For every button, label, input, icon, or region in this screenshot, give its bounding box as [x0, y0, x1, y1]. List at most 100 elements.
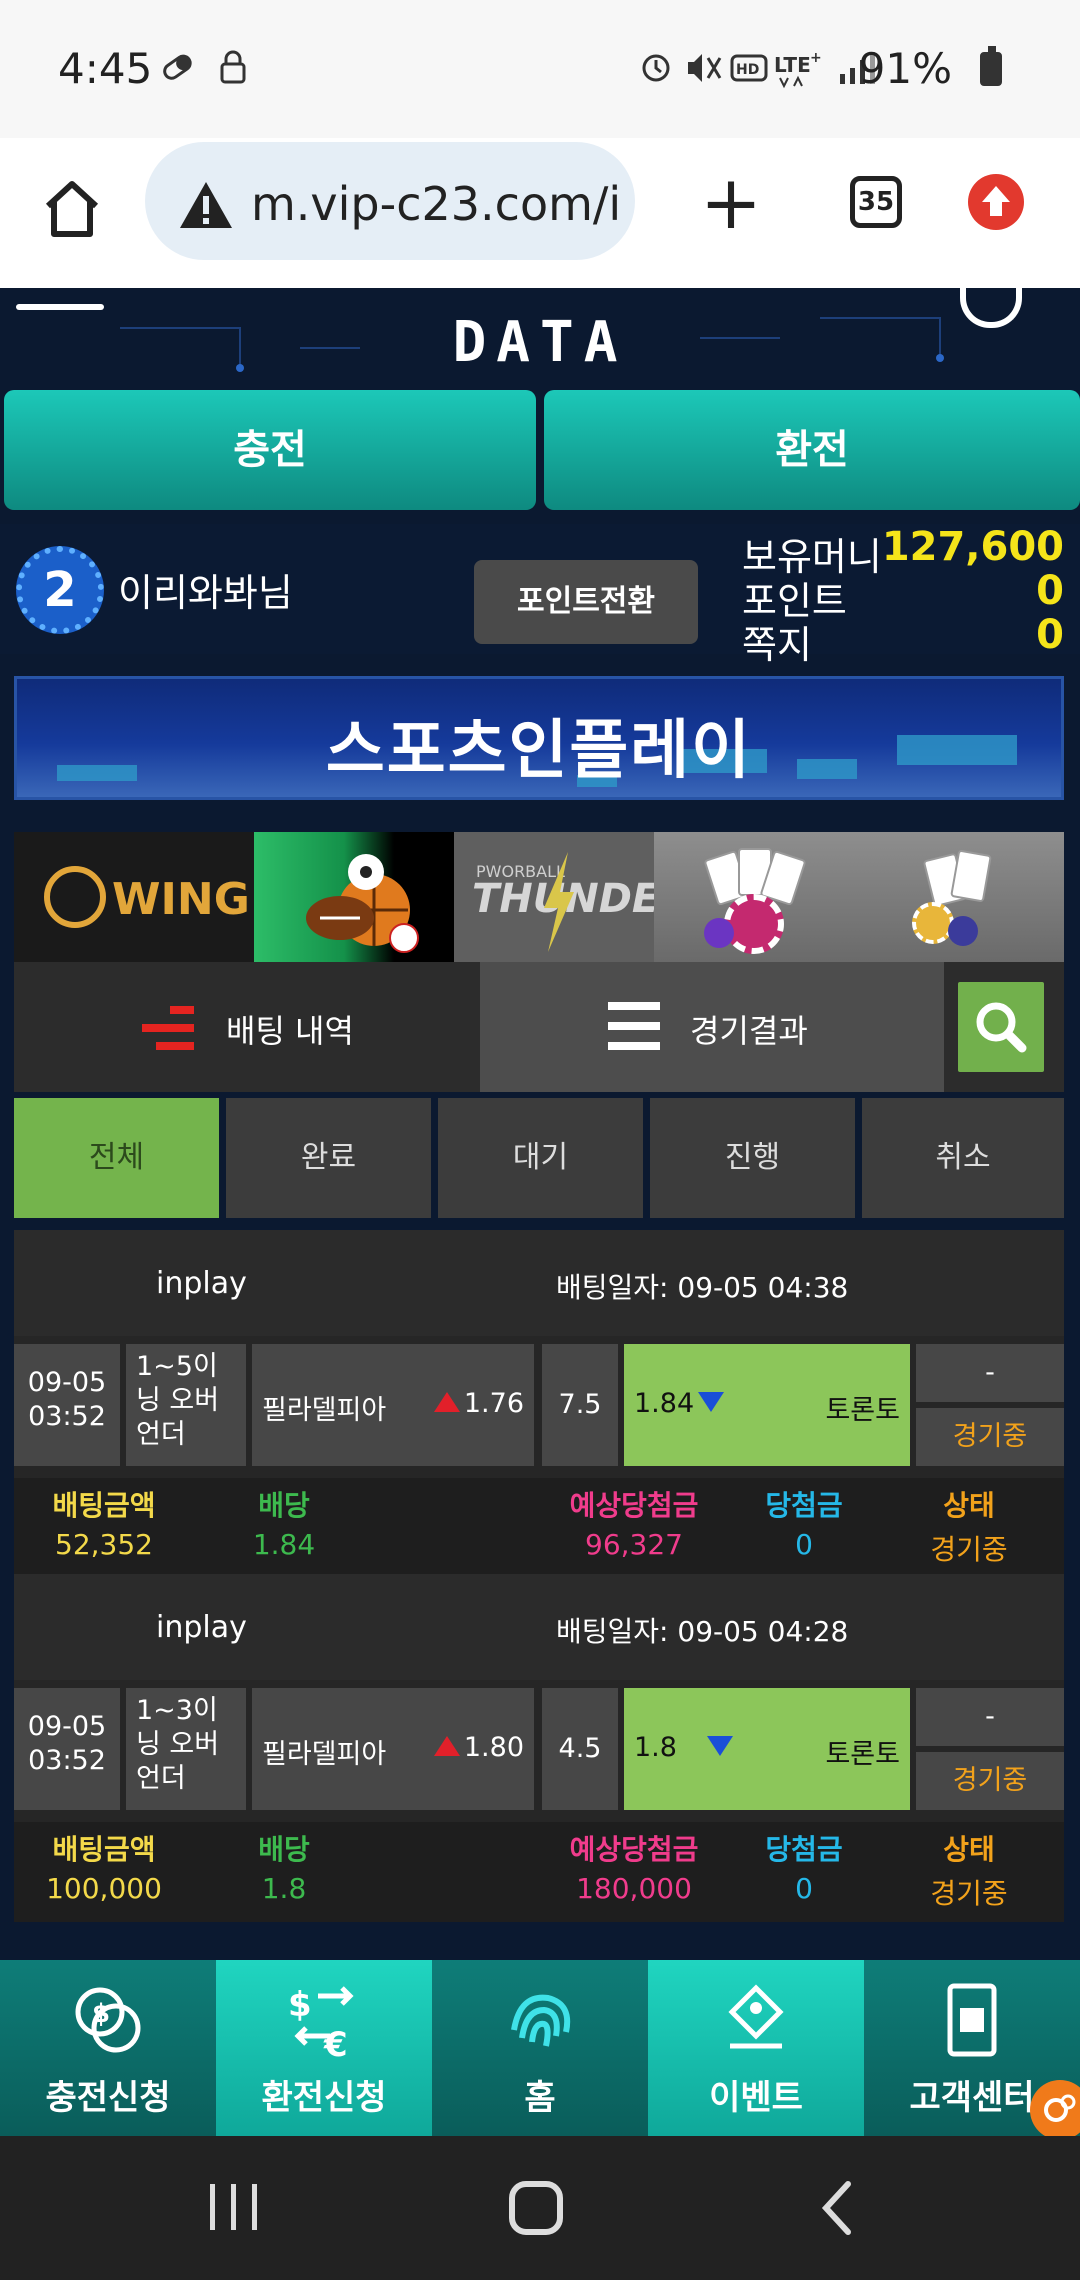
bet-date: 배팅일자: 09-05 04:38 — [556, 1271, 849, 1304]
new-tab-button[interactable]: + — [700, 166, 762, 240]
tab-switcher-button[interactable]: 35 — [850, 176, 902, 228]
away-team: 토론토 — [825, 1739, 900, 1770]
match-status: 경기중 — [916, 1408, 1064, 1466]
win-value: 0 — [795, 1528, 813, 1561]
bet-summary: 배팅금액 52,352 배당 1.84 예상당첨금 96,327 당첨금 0 상… — [14, 1478, 1064, 1578]
address-bar[interactable]: m.vip-c23.com/ir — [145, 142, 635, 260]
market-cell: 1~5이 닝 오버 언더 — [126, 1344, 246, 1466]
site-logo[interactable]: DATA — [0, 310, 1080, 375]
messages-label[interactable]: 쪽지 — [742, 614, 812, 669]
warning-icon[interactable] — [177, 178, 235, 232]
card-icon — [950, 849, 992, 903]
nav-exchange-request[interactable]: $ € 환전신청 — [216, 1960, 432, 2136]
svg-text:HD: HD — [736, 62, 759, 78]
status-filter-row: 전체 완료 대기 진행 취소 — [14, 1098, 1064, 1218]
market-line: 닝 오버 — [136, 1729, 220, 1760]
point-convert-button[interactable]: 포인트전환 — [474, 560, 698, 644]
search-icon — [976, 1002, 1027, 1053]
site-header: DATA — [0, 288, 1080, 376]
url-text[interactable]: m.vip-c23.com/ir — [251, 177, 621, 231]
charge-exchange-row: 충전 환전 — [0, 390, 1080, 512]
status-value: 경기중 — [930, 1533, 1008, 1566]
notification-icons — [163, 50, 246, 84]
game-slot[interactable] — [858, 832, 1064, 962]
balance-value: 127,600 — [881, 524, 1064, 570]
svg-text:LTE: LTE — [774, 53, 811, 77]
match-datetime: 09-05 03:52 — [14, 1688, 120, 1810]
charge-button[interactable]: 충전 — [4, 390, 536, 510]
away-pick-cell[interactable]: 1.8 토론토 — [624, 1688, 910, 1810]
tab-results-label: 경기결과 — [690, 1012, 808, 1050]
filter-all[interactable]: 전체 — [14, 1098, 219, 1218]
menu-lines-icon — [608, 1002, 660, 1050]
nav-event[interactable]: 이벤트 — [648, 1960, 864, 2136]
recent-apps-icon[interactable] — [206, 2182, 262, 2232]
back-icon[interactable] — [818, 2178, 858, 2238]
filter-completed[interactable]: 완료 — [226, 1098, 431, 1218]
chip-icon — [912, 902, 954, 944]
away-odds: 1.84 — [634, 1388, 695, 1419]
away-odds-wrap: 1.8 — [634, 1732, 733, 1763]
game-thunder[interactable]: PWORBALL THUNDER — [454, 832, 654, 962]
market-line: 언더 — [136, 1419, 186, 1450]
odds-label: 배당 — [258, 1833, 310, 1866]
wing-label: WING — [112, 874, 250, 925]
search-button[interactable] — [958, 982, 1044, 1072]
update-button[interactable] — [968, 174, 1024, 230]
user-panel: 2 이리와봐님 포인트전환 보유머니 127,600 포인트 0 쪽지 0 — [0, 524, 1080, 667]
home-pick-cell[interactable]: 필라델피아 1.76 — [252, 1344, 534, 1466]
match-date: 09-05 — [27, 1367, 107, 1398]
home-team: 필라델피아 — [262, 1739, 387, 1770]
battery-icon — [980, 46, 1002, 86]
nav-home-label: 홈 — [524, 2078, 556, 2118]
nav-exchange-request-label: 환전신청 — [261, 2078, 387, 2118]
points-value: 0 — [1036, 568, 1064, 614]
expected-value: 96,327 — [585, 1528, 683, 1561]
tab-results[interactable]: 경기결과 — [480, 962, 944, 1092]
amount-label: 배팅금액 — [52, 1489, 156, 1522]
win-label: 당첨금 — [765, 1489, 843, 1522]
amount-label: 배팅금액 — [52, 1833, 156, 1866]
filter-waiting[interactable]: 대기 — [438, 1098, 643, 1218]
match-status: 경기중 — [916, 1752, 1064, 1810]
away-pick-cell[interactable]: 1.84 토론토 — [624, 1344, 910, 1466]
away-team: 토론토 — [825, 1395, 900, 1426]
svg-text:$: $ — [92, 1999, 110, 2029]
filter-in-progress[interactable]: 진행 — [650, 1098, 855, 1218]
filter-cancelled[interactable]: 취소 — [862, 1098, 1064, 1218]
game-sports[interactable] — [254, 832, 454, 962]
chat-button[interactable] — [1030, 2080, 1080, 2140]
market-line: 1~3이 — [136, 1695, 218, 1726]
arrow-down-icon — [706, 1736, 733, 1756]
win-value: 0 — [795, 1872, 813, 1905]
expected-value: 180,000 — [576, 1872, 692, 1905]
chat-icon — [1044, 2094, 1076, 2122]
home-icon[interactable] — [42, 176, 102, 240]
android-navigation-bar — [0, 2136, 1080, 2280]
match-time: 03:52 — [28, 1401, 106, 1432]
home-nav-icon[interactable] — [508, 2180, 564, 2236]
chip-icon — [704, 918, 734, 948]
status-left-icons — [160, 48, 270, 97]
arrow-up-icon — [433, 1736, 460, 1756]
market-line: 언더 — [136, 1763, 186, 1794]
support-icon — [947, 1983, 997, 2057]
coins-icon: $ — [75, 1987, 141, 2053]
nav-home[interactable]: 홈 — [432, 1960, 648, 2136]
game-wing[interactable]: WING — [14, 832, 254, 962]
away-odds-wrap: 1.84 — [634, 1388, 725, 1419]
score: - — [916, 1344, 1064, 1402]
messages-value[interactable]: 0 — [1036, 612, 1064, 658]
score: - — [916, 1688, 1064, 1746]
nav-charge-request[interactable]: $ 충전신청 — [0, 1960, 216, 2136]
sports-balls-icon — [306, 854, 419, 953]
market-line: 1~5이 — [136, 1351, 218, 1382]
exchange-button[interactable]: 환전 — [544, 390, 1080, 510]
user-name: 이리와봐님 — [118, 571, 293, 615]
match-date: 09-05 — [27, 1711, 107, 1742]
game-casino[interactable] — [654, 832, 858, 962]
home-pick-cell[interactable]: 필라델피아 1.80 — [252, 1688, 534, 1810]
wing-logo-icon — [44, 866, 106, 928]
arrow-up-icon — [982, 186, 1010, 216]
tab-bet-history[interactable]: 배팅 내역 — [14, 962, 480, 1092]
